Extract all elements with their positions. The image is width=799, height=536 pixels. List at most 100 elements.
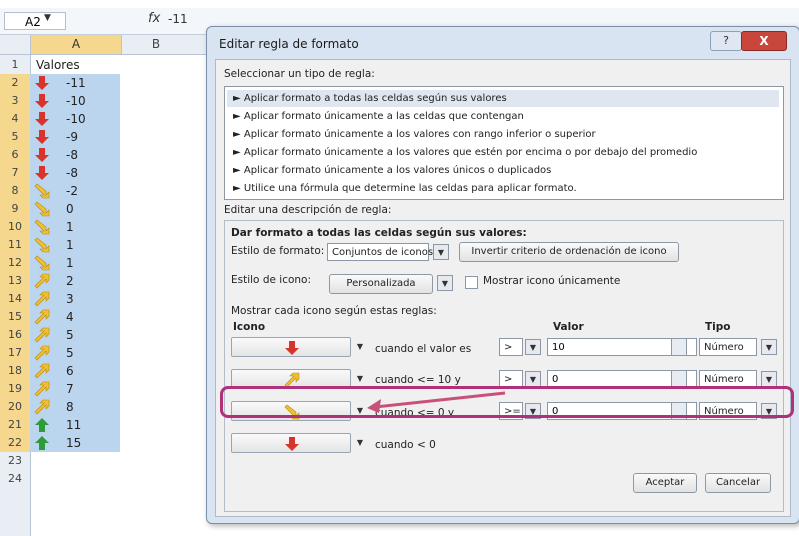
cell-value: 5: [66, 346, 74, 360]
row-header[interactable]: 21: [0, 416, 30, 434]
value-column-header: Valor: [553, 321, 584, 333]
row-header[interactable]: 13: [0, 272, 30, 290]
chevron-down-icon[interactable]: ▼: [761, 371, 777, 387]
rule-type-item[interactable]: ► Aplicar formato únicamente a los valor…: [227, 162, 779, 179]
rule-type-item[interactable]: ► Utilice una fórmula que determine las …: [227, 180, 779, 197]
red-down-arrow-icon: [35, 148, 49, 162]
red-down-arrow-icon: [285, 341, 299, 355]
table-row[interactable]: 6: [30, 362, 120, 380]
table-row[interactable]: 1: [30, 236, 120, 254]
rule-description-panel: Dar formato a todas las celdas según sus…: [224, 220, 784, 512]
cell-value: -11: [66, 76, 86, 90]
edit-format-rule-dialog: Editar regla de formato ? X Seleccionar …: [206, 26, 799, 524]
operator-select[interactable]: >: [499, 338, 523, 356]
table-row[interactable]: -8: [30, 146, 120, 164]
table-row[interactable]: -9: [30, 128, 120, 146]
row-header[interactable]: 8: [0, 182, 30, 200]
table-row[interactable]: -10: [30, 110, 120, 128]
table-row[interactable]: 5: [30, 326, 120, 344]
row-header[interactable]: 16: [0, 326, 30, 344]
row-header[interactable]: 10: [0, 218, 30, 236]
type-select[interactable]: Número: [699, 338, 757, 356]
reverse-icon-order-button[interactable]: Invertir criterio de ordenación de icono: [459, 242, 679, 262]
table-row[interactable]: 8: [30, 398, 120, 416]
yellow-down-right-arrow-icon: [34, 183, 50, 199]
table-row[interactable]: 3: [30, 290, 120, 308]
icon-style-select[interactable]: Personalizada: [329, 274, 433, 294]
row-header[interactable]: 19: [0, 380, 30, 398]
row-header[interactable]: 9: [0, 200, 30, 218]
row-header[interactable]: 14: [0, 290, 30, 308]
show-icon-only-checkbox[interactable]: [465, 276, 478, 289]
table-row[interactable]: 2: [30, 272, 120, 290]
name-box[interactable]: A2: [4, 12, 66, 30]
header-cell[interactable]: Valores: [30, 56, 120, 74]
chevron-down-icon[interactable]: ▼: [353, 337, 367, 357]
rule-type-item[interactable]: ► Aplicar formato únicamente a los valor…: [227, 126, 779, 143]
row-header[interactable]: 6: [0, 146, 30, 164]
icon-style-label: Estilo de icono:: [231, 274, 312, 286]
row-header[interactable]: 1: [0, 56, 30, 74]
row-header[interactable]: 7: [0, 164, 30, 182]
table-row[interactable]: 5: [30, 344, 120, 362]
type-column-header: Tipo: [705, 321, 731, 333]
cell-value: 5: [66, 328, 74, 342]
table-row[interactable]: 1: [30, 218, 120, 236]
cell-value: 15: [66, 436, 82, 450]
row-header[interactable]: 12: [0, 254, 30, 272]
yellow-up-right-arrow-icon: [34, 327, 50, 343]
row-header[interactable]: 2: [0, 74, 30, 92]
yellow-up-right-arrow-icon: [34, 273, 50, 289]
function-icon[interactable]: fx: [148, 11, 160, 26]
rule-type-item[interactable]: ► Aplicar formato a todas las celdas seg…: [227, 90, 779, 107]
chevron-down-icon[interactable]: ▼: [437, 275, 453, 291]
chevron-down-icon[interactable]: ▼: [525, 371, 541, 387]
icon-select-rule-1[interactable]: [231, 337, 351, 357]
column-header-a[interactable]: A: [30, 35, 122, 54]
header-cell-text: Valores: [36, 58, 80, 72]
row-header[interactable]: 5: [0, 128, 30, 146]
green-up-arrow-icon: [35, 418, 49, 432]
range-picker-icon[interactable]: [671, 338, 687, 356]
table-row[interactable]: 0: [30, 200, 120, 218]
formula-value[interactable]: -11: [168, 12, 188, 26]
chevron-down-icon[interactable]: ▼: [353, 433, 367, 453]
chevron-down-icon[interactable]: ▼: [44, 13, 51, 23]
table-row[interactable]: -2: [30, 182, 120, 200]
row-header[interactable]: 18: [0, 362, 30, 380]
table-row[interactable]: -11: [30, 74, 120, 92]
close-button[interactable]: X: [741, 31, 787, 51]
icon-select-rule-4[interactable]: [231, 433, 351, 453]
row-header[interactable]: 20: [0, 398, 30, 416]
row-header[interactable]: 17: [0, 344, 30, 362]
yellow-up-right-arrow-icon: [34, 363, 50, 379]
row-header[interactable]: 23: [0, 452, 30, 470]
table-row[interactable]: -8: [30, 164, 120, 182]
rule-type-item[interactable]: ► Aplicar formato únicamente a las celda…: [227, 108, 779, 125]
row-header[interactable]: 4: [0, 110, 30, 128]
row-header[interactable]: 22: [0, 434, 30, 452]
help-button[interactable]: ?: [710, 31, 742, 51]
column-header-b[interactable]: B: [121, 35, 191, 54]
table-row[interactable]: 4: [30, 308, 120, 326]
yellow-down-right-arrow-icon: [34, 255, 50, 271]
table-row[interactable]: 15: [30, 434, 120, 452]
rule-type-item[interactable]: ► Aplicar formato únicamente a los valor…: [227, 144, 779, 161]
table-row[interactable]: -10: [30, 92, 120, 110]
cancel-button[interactable]: Cancelar: [705, 473, 771, 493]
cell-value: 1: [66, 220, 74, 234]
row-header[interactable]: 24: [0, 470, 30, 488]
table-row[interactable]: 7: [30, 380, 120, 398]
rule-type-list: ► Aplicar formato a todas las celdas seg…: [224, 86, 784, 200]
row-header[interactable]: 11: [0, 236, 30, 254]
chevron-down-icon[interactable]: ▼: [433, 244, 449, 260]
table-row[interactable]: 1: [30, 254, 120, 272]
chevron-down-icon[interactable]: ▼: [525, 339, 541, 355]
row-header[interactable]: 15: [0, 308, 30, 326]
cell-value: 3: [66, 292, 74, 306]
table-row[interactable]: 11: [30, 416, 120, 434]
chevron-down-icon[interactable]: ▼: [761, 339, 777, 355]
ok-button[interactable]: Aceptar: [633, 473, 697, 493]
format-style-select[interactable]: Conjuntos de iconos: [327, 243, 433, 261]
row-header[interactable]: 3: [0, 92, 30, 110]
